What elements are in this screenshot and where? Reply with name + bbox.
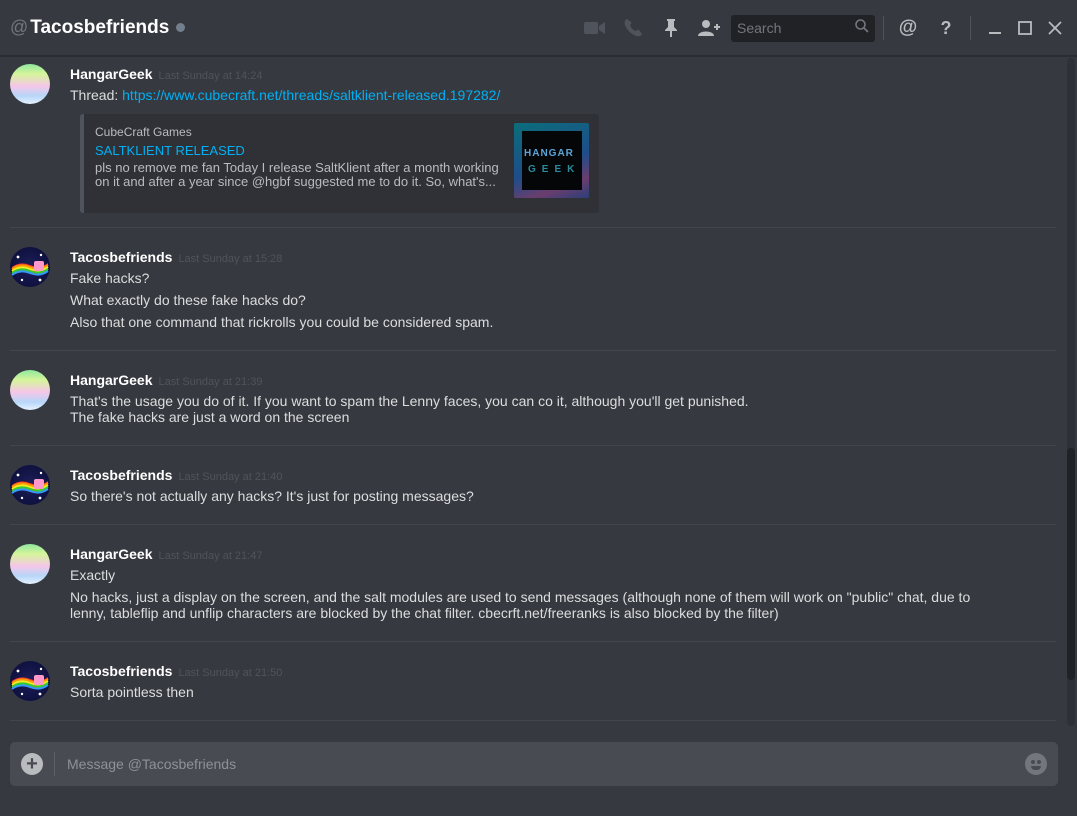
username[interactable]: HangarGeek Last Sunday at 21:39 [70,372,262,388]
message-line: Exactly [70,567,116,583]
scrollbar-thumb[interactable] [1067,448,1075,680]
message-line: So there's not actually any hacks? It's … [70,488,474,504]
video-call-icon[interactable] [583,16,607,40]
username[interactable]: Tacosbefriends Last Sunday at 21:50 [70,663,282,679]
timestamp: Last Sunday at 21:47 [158,550,263,562]
search-box[interactable] [731,14,875,42]
search-icon [855,18,869,38]
message-input[interactable] [67,754,967,774]
embed-thumbnail[interactable]: HANGAR GEEK [514,123,589,198]
username[interactable]: HangarGeek Last Sunday at 21:47 [70,546,262,562]
message-line: Sorta pointless then [70,684,194,700]
emoji-picker-icon[interactable] [1025,753,1047,775]
add-friend-icon[interactable] [697,16,721,40]
timestamp: Last Sunday at 21:40 [178,471,283,483]
avatar[interactable] [10,64,50,104]
username[interactable]: HangarGeek Last Sunday at 14:24 [70,66,262,82]
message-line: The fake hacks are just a word on the sc… [70,409,350,425]
timestamp: Last Sunday at 21:39 [158,376,263,388]
minimize-icon[interactable] [983,16,1007,40]
voice-call-icon[interactable] [621,16,645,40]
channel-title: Tacosbefriends [30,16,170,38]
message-divider [10,641,1056,642]
message-list: HangarGeek Last Sunday at 14:24 Thread: h… [0,56,1066,726]
maximize-icon[interactable] [1013,16,1037,40]
avatar[interactable] [10,465,50,505]
close-icon[interactable] [1043,16,1067,40]
pin-icon[interactable] [659,16,683,40]
avatar[interactable] [10,370,50,410]
thumbnail-text: HANGAR [524,148,574,159]
message-line: That's the usage you do of it. If you wa… [70,393,749,409]
toolbar-divider [883,16,884,40]
message-divider [10,524,1056,525]
message-content: Thread: https://www.cubecraft.net/thread… [70,87,501,103]
message-divider [10,720,1056,721]
mention-icon[interactable]: @ [896,16,920,40]
message-composer: + [10,742,1058,786]
username[interactable]: Tacosbefriends Last Sunday at 21:40 [70,467,282,483]
avatar[interactable] [10,661,50,701]
composer-divider [54,752,55,776]
toolbar-divider-2 [970,16,971,40]
message-line: Also that one command that rickrolls you… [70,314,494,330]
message-divider [10,350,1056,351]
message-line: What exactly do these fake hacks do? [70,292,306,308]
timestamp: Last Sunday at 14:24 [158,70,263,82]
upload-plus-icon[interactable]: + [21,753,43,775]
message-line: No hacks, just a display on the screen, … [70,589,971,605]
avatar[interactable] [10,544,50,584]
embed-description: pls no remove me fan Today I release Sal… [95,160,499,189]
username[interactable]: Tacosbefriends Last Sunday at 15:28 [70,249,282,265]
avatar[interactable] [10,247,50,287]
message-line: Fake hacks? [70,270,150,286]
search-input[interactable] [737,20,847,36]
message-line: lenny, tableflip and unflip characters a… [70,605,779,621]
thumbnail-text-2: GEEK [528,164,581,175]
timestamp: Last Sunday at 21:50 [178,667,283,679]
channel-header: @ Tacosbefriends @ ? [0,0,1077,56]
timestamp: Last Sunday at 15:28 [178,253,283,265]
embed-title[interactable]: SALTKLIENT RELEASED [95,143,245,158]
header-toolbar: @ ? [583,0,1077,56]
embed-provider[interactable]: CubeCraft Games [95,125,192,139]
help-icon[interactable]: ? [934,16,958,40]
thread-link[interactable]: https://www.cubecraft.net/threads/saltkl… [122,87,500,103]
status-indicator [176,23,186,32]
message-divider [10,227,1056,228]
link-embed: CubeCraft Games SALTKLIENT RELEASED pls … [80,114,599,213]
message-divider [10,445,1056,446]
at-symbol: @ [10,17,29,37]
